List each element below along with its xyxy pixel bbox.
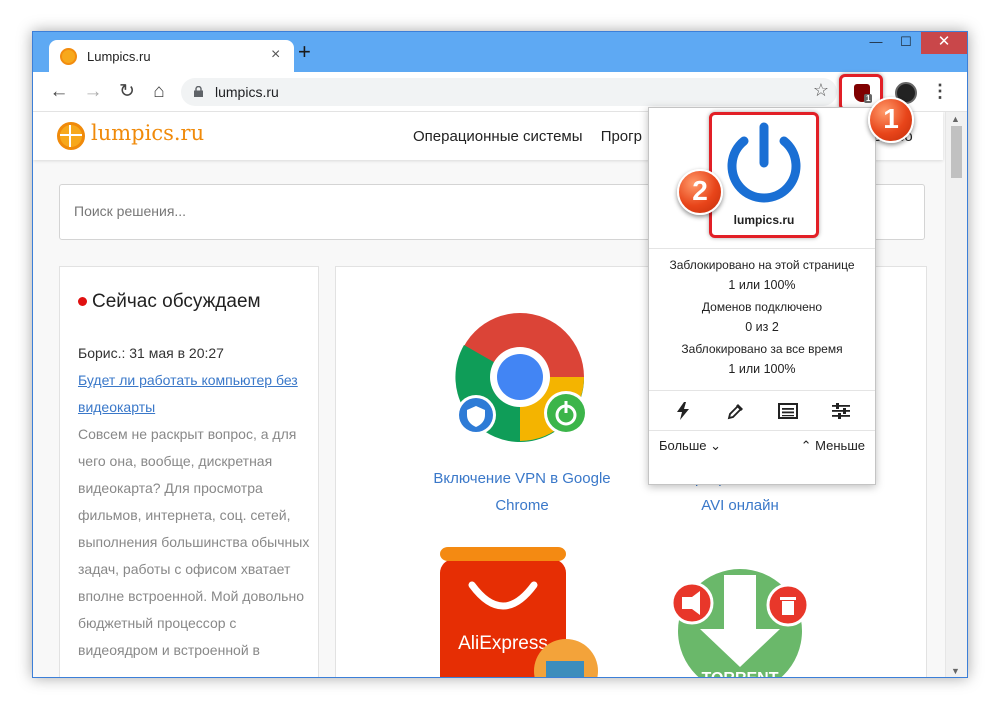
- article-title-vpn[interactable]: Включение VPN в Google Chrome: [422, 465, 622, 519]
- close-window-button[interactable]: ✕: [921, 32, 967, 54]
- popup-toolbar: [649, 390, 875, 430]
- lightning-icon[interactable]: [671, 399, 695, 423]
- stat-label-domains: Доменов подключено: [701, 300, 823, 314]
- reload-button[interactable]: ↻: [115, 80, 139, 104]
- browser-toolbar: ← → ↻ ⌂ lumpics.ru ☆ 1 ⋮: [33, 72, 967, 112]
- scroll-up-arrow-icon[interactable]: ▲: [951, 114, 960, 124]
- popup-stats: Заблокировано на этой странице 1 или 100…: [649, 248, 875, 381]
- bookmark-star-icon[interactable]: ☆: [813, 80, 829, 101]
- chrome-vpn-icon[interactable]: [454, 311, 594, 451]
- site-nav: Операционные системы Прогр: [413, 128, 656, 145]
- nav-item-programs[interactable]: Прогр: [601, 128, 642, 145]
- site-name[interactable]: lumpics.ru: [91, 121, 204, 145]
- browser-tab[interactable]: Lumpics.ru ×: [49, 40, 294, 72]
- maximize-button[interactable]: ☐: [891, 32, 921, 54]
- comment-text: Совсем не раскрыт вопрос, а для чего она…: [78, 426, 310, 658]
- scroll-down-arrow-icon[interactable]: ▼: [951, 666, 960, 676]
- forward-button[interactable]: →: [81, 80, 105, 104]
- popup-footer: Больше ⌄ ⌃ Меньше: [649, 430, 875, 460]
- blocked-count-badge: 1: [864, 94, 873, 103]
- callout-step-2: 2: [677, 169, 723, 215]
- browser-window: Lumpics.ru × + — ☐ ✕ ← → ↻ ⌂ lumpics.ru …: [32, 31, 968, 678]
- sidebar-title: Сейчас обсуждаем: [78, 291, 261, 313]
- ublock-popup: lumpics.ru Заблокировано на этой страниц…: [648, 107, 876, 485]
- stat-label-blocked-total: Заблокировано за все время: [681, 342, 843, 356]
- popup-domain: lumpics.ru: [733, 213, 795, 227]
- stat-value-domains: 0 из 2: [745, 320, 779, 334]
- settings-sliders-icon[interactable]: [829, 399, 853, 423]
- stat-value-blocked-page: 1 или 100%: [728, 278, 796, 292]
- comment-meta: Борис.: 31 мая в 20:27: [78, 345, 224, 361]
- more-button[interactable]: Больше ⌄: [659, 438, 721, 454]
- less-button[interactable]: ⌃ Меньше: [801, 438, 865, 454]
- stat-value-blocked-total: 1 или 100%: [728, 362, 796, 376]
- stat-label-blocked-page: Заблокировано на этой странице: [669, 258, 855, 272]
- address-bar[interactable]: lumpics.ru ☆: [181, 78, 837, 106]
- nav-item-os[interactable]: Операционные системы: [413, 128, 583, 145]
- scroll-thumb[interactable]: [951, 126, 962, 178]
- tab-title: Lumpics.ru: [87, 49, 151, 64]
- discussion-sidebar: Сейчас обсуждаем Борис.: 31 мая в 20:27 …: [59, 266, 319, 677]
- page-scrollbar[interactable]: ▲ ▼: [945, 112, 967, 677]
- new-tab-button[interactable]: +: [298, 41, 311, 63]
- back-button[interactable]: ←: [47, 80, 71, 104]
- aliexpress-icon[interactable]: AliExpress: [440, 547, 610, 678]
- tab-close-icon[interactable]: ×: [271, 46, 280, 64]
- title-bar: Lumpics.ru × + — ☐ ✕: [33, 32, 967, 72]
- sidebar-title-text: Сейчас обсуждаем: [92, 291, 261, 312]
- url-text: lumpics.ru: [215, 84, 279, 100]
- comment-article-link[interactable]: Будет ли работать компьютер без видеокар…: [78, 367, 318, 421]
- power-button-highlight[interactable]: lumpics.ru: [709, 112, 819, 238]
- window-controls: — ☐ ✕: [861, 32, 967, 56]
- home-button[interactable]: ⌂: [147, 80, 171, 104]
- more-label: Больше: [659, 438, 707, 453]
- callout-step-1: 1: [868, 97, 914, 143]
- site-logo-icon[interactable]: [57, 122, 85, 150]
- lock-icon: [194, 86, 203, 97]
- eyedropper-icon[interactable]: [724, 399, 748, 423]
- power-icon[interactable]: [722, 121, 806, 205]
- search-placeholder: Поиск решения...: [74, 203, 187, 219]
- orange-favicon-icon: [60, 48, 77, 65]
- less-label: Меньше: [815, 438, 865, 453]
- chevron-down-icon: ⌄: [710, 438, 722, 453]
- logger-icon[interactable]: [776, 399, 800, 423]
- browser-menu-icon[interactable]: ⋮: [931, 79, 949, 103]
- minimize-button[interactable]: —: [861, 32, 891, 54]
- aliexpress-text: AliExpress: [458, 633, 548, 654]
- popup-hero: lumpics.ru: [649, 108, 875, 240]
- torrent-icon[interactable]: TORRENT: [672, 559, 822, 678]
- torrent-text: TORRENT: [701, 670, 778, 678]
- live-dot-icon: [78, 297, 87, 307]
- chevron-up-icon: ⌃: [800, 438, 812, 453]
